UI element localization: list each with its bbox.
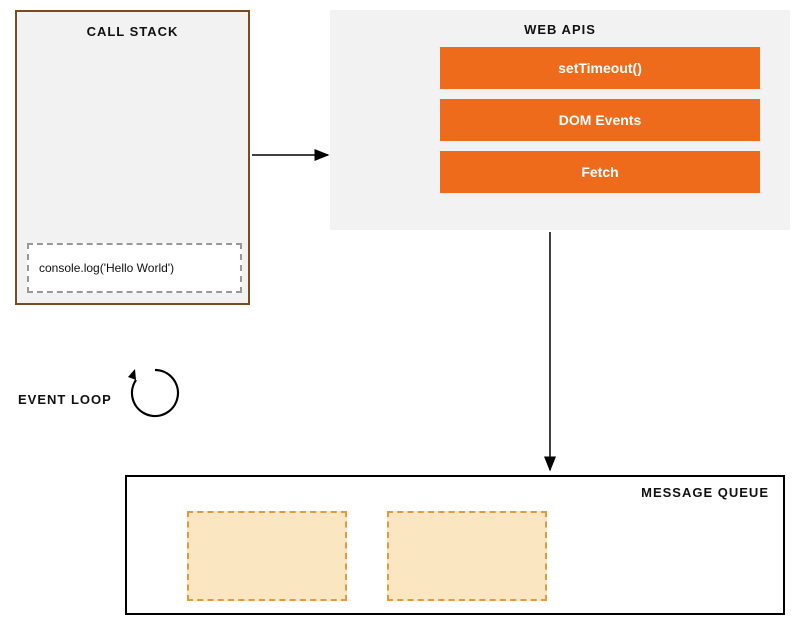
call-stack-frame-text: console.log('Hello World') <box>39 261 174 275</box>
web-api-item: DOM Events <box>440 99 760 141</box>
web-api-item: setTimeout() <box>440 47 760 89</box>
event-loop-arc-icon <box>125 363 185 423</box>
message-queue-slot <box>187 511 347 601</box>
diagram-canvas: CALL STACK console.log('Hello World') WE… <box>0 0 800 628</box>
call-stack-frame: console.log('Hello World') <box>27 243 242 293</box>
message-queue-box: MESSAGE QUEUE <box>125 475 785 615</box>
call-stack-title: CALL STACK <box>17 12 248 39</box>
message-queue-slot <box>387 511 547 601</box>
web-apis-title: WEB APIS <box>330 10 790 47</box>
message-queue-title: MESSAGE QUEUE <box>641 485 769 500</box>
call-stack-box: CALL STACK console.log('Hello World') <box>15 10 250 305</box>
web-apis-box: WEB APIS setTimeout() DOM Events Fetch <box>330 10 790 230</box>
event-loop-label: EVENT LOOP <box>18 392 112 407</box>
web-api-item: Fetch <box>440 151 760 193</box>
web-apis-list: setTimeout() DOM Events Fetch <box>330 47 790 193</box>
